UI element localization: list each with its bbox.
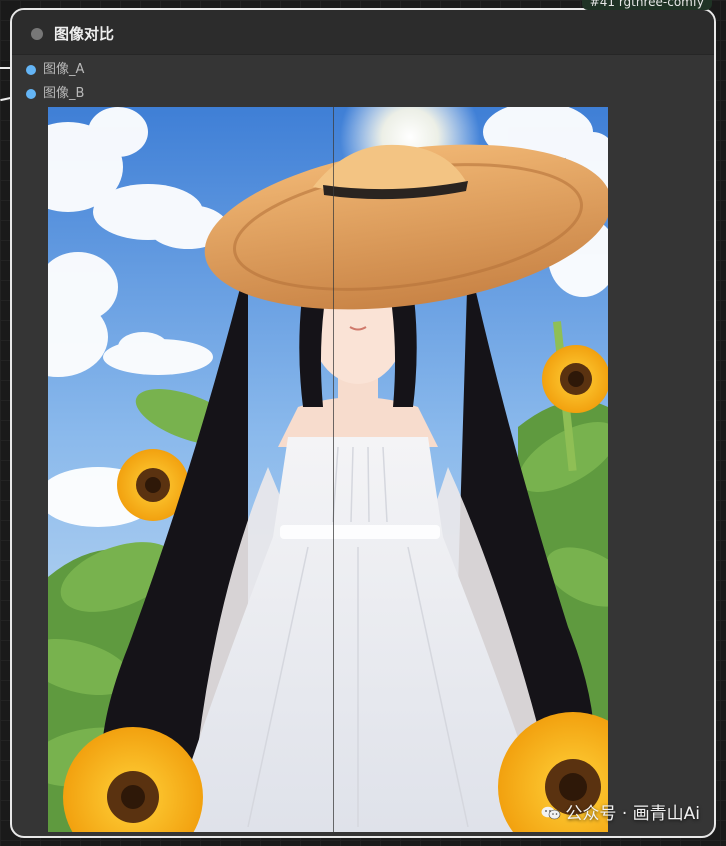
image-comparer-preview[interactable] xyxy=(48,107,608,832)
wechat-icon xyxy=(541,806,561,820)
watermark: 公众号 · 画青山Ai xyxy=(541,799,700,824)
watermark-text: 公众号 · 画青山Ai xyxy=(565,804,700,824)
node-header[interactable]: 图像对比 xyxy=(12,10,714,55)
node-id-badge: #41 rgthree-comfy xyxy=(581,0,712,10)
compare-slider-handle[interactable] xyxy=(333,107,334,832)
node-title: 图像对比 xyxy=(54,25,115,43)
slot-label: 图像_A xyxy=(43,62,85,77)
slot-label: 图像_B xyxy=(43,86,85,101)
slot-dot-icon[interactable] xyxy=(26,89,36,99)
collapse-toggle-icon[interactable] xyxy=(31,28,43,40)
slot-dot-icon[interactable] xyxy=(26,65,36,75)
anime-girl-sunflower-image xyxy=(48,107,608,832)
image-compare-node[interactable]: 图像对比 图像_A 图像_B 公众号 · 画青山Ai xyxy=(10,8,716,838)
